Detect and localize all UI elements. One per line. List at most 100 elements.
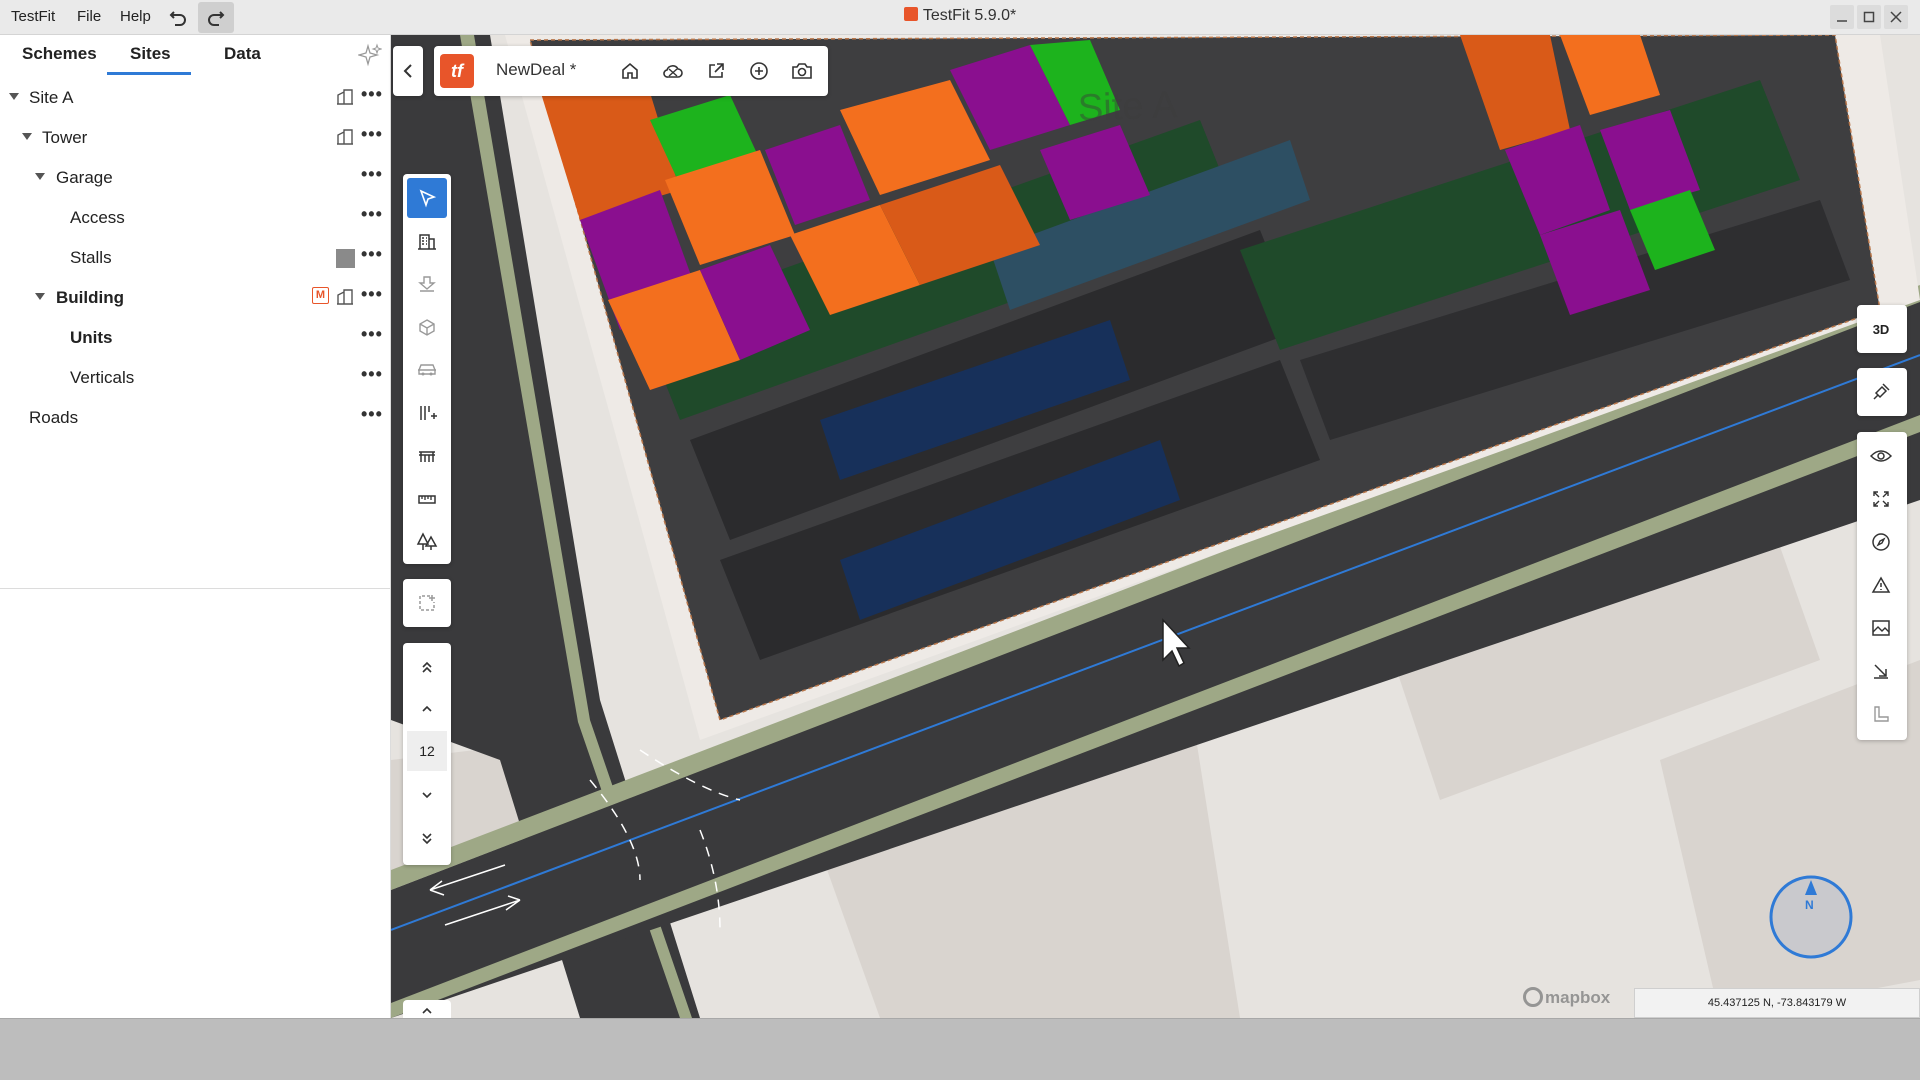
podium-tool-button[interactable] <box>407 264 447 304</box>
tree-item-verticals[interactable]: Verticals ••• <box>0 358 390 398</box>
redo-button[interactable] <box>198 2 234 33</box>
expand-bottom-panel-button[interactable] <box>403 1000 451 1020</box>
tree-item-stalls[interactable]: Stalls ••• <box>0 238 390 278</box>
redo-icon <box>208 10 225 26</box>
more-options-icon[interactable]: ••• <box>361 205 383 227</box>
undo-icon <box>169 10 186 26</box>
tree-item-building[interactable]: Building M ••• <box>0 278 390 318</box>
more-options-icon[interactable]: ••• <box>361 405 383 427</box>
map-viewport[interactable]: N <box>391 35 1920 1018</box>
level-top-button[interactable] <box>407 647 447 687</box>
tree-item-access[interactable]: Access ••• <box>0 198 390 238</box>
building-tool-button[interactable] <box>407 221 447 261</box>
building-icon[interactable] <box>336 88 354 106</box>
ruler-icon <box>418 495 436 504</box>
ruler-corner-icon <box>1874 706 1889 722</box>
terrain-button[interactable] <box>1861 565 1901 605</box>
plus-circle-icon <box>750 62 768 80</box>
parking-tool-button[interactable] <box>407 350 447 390</box>
fit-view-button[interactable] <box>1861 479 1901 519</box>
visibility-button[interactable] <box>1861 436 1901 476</box>
undo-button[interactable] <box>160 2 196 33</box>
toggle-3d-button[interactable]: 3D <box>1861 309 1901 349</box>
tree-label: Units <box>70 328 113 347</box>
tree-item-garage[interactable]: Garage ••• <box>0 158 390 198</box>
screenshot-button[interactable] <box>790 59 814 83</box>
stack-icon <box>418 276 436 292</box>
share-button[interactable] <box>704 59 728 83</box>
collapse-panel-button[interactable] <box>393 46 423 96</box>
amenity-tool-button[interactable] <box>407 436 447 476</box>
map-canvas[interactable] <box>391 35 1920 1018</box>
grid-tool-button[interactable] <box>407 393 447 433</box>
warning-triangle-icon <box>1871 576 1891 593</box>
home-button[interactable] <box>618 59 642 83</box>
more-options-icon[interactable]: ••• <box>361 245 383 267</box>
level-bottom-button[interactable] <box>407 819 447 859</box>
double-chevron-up-icon <box>422 661 432 673</box>
tree-item-tower[interactable]: Tower ••• <box>0 118 390 158</box>
export-corner-button[interactable] <box>1861 651 1901 691</box>
compass-icon[interactable] <box>1769 875 1853 959</box>
landscape-tool-button[interactable] <box>407 522 447 562</box>
building-icon <box>418 234 436 250</box>
caret-down-icon[interactable] <box>35 173 45 180</box>
caret-down-icon[interactable] <box>22 133 32 140</box>
menu-file[interactable]: File <box>77 8 101 25</box>
menu-testfit[interactable]: TestFit <box>11 8 55 25</box>
tree-item-units[interactable]: Units ••• <box>0 318 390 358</box>
measure-tool-button[interactable] <box>407 479 447 519</box>
sparkle-icon[interactable] <box>358 43 382 67</box>
add-region-button[interactable] <box>407 583 447 623</box>
more-options-icon[interactable]: ••• <box>361 325 383 347</box>
project-name[interactable]: NewDeal * <box>496 60 576 80</box>
minimize-icon <box>1837 20 1847 22</box>
minimize-button[interactable] <box>1830 5 1854 29</box>
massing-tool-button[interactable] <box>407 307 447 347</box>
coordinates-readout: 45.437125 N, -73.843179 W <box>1634 988 1920 1018</box>
building-icon[interactable] <box>336 288 354 306</box>
color-swatch[interactable] <box>336 249 355 268</box>
orientation-button[interactable] <box>1861 522 1901 562</box>
caret-down-icon[interactable] <box>35 293 45 300</box>
mapbox-attribution[interactable]: mapbox <box>1523 987 1610 1008</box>
top-toolbar: tf NewDeal * <box>434 46 828 96</box>
level-value[interactable]: 12 <box>407 731 447 771</box>
home-icon <box>622 62 638 79</box>
level-up-button[interactable] <box>407 689 447 729</box>
satellite-button[interactable] <box>1861 372 1901 412</box>
more-options-icon[interactable]: ••• <box>361 285 383 307</box>
tab-sites[interactable]: Sites <box>130 44 171 64</box>
section-button[interactable] <box>1861 694 1901 734</box>
maximize-button[interactable] <box>1857 5 1881 29</box>
more-options-icon[interactable]: ••• <box>361 165 383 187</box>
view-mode-palette: 3D <box>1857 305 1907 353</box>
car-icon <box>418 364 436 376</box>
brand-logo[interactable]: tf <box>440 54 474 88</box>
tab-data[interactable]: Data <box>224 44 261 64</box>
more-options-icon[interactable]: ••• <box>361 365 383 387</box>
close-button[interactable] <box>1884 5 1908 29</box>
tree-item-roads[interactable]: Roads ••• <box>0 398 390 438</box>
map-controls-palette <box>1857 432 1907 740</box>
level-down-button[interactable] <box>407 775 447 815</box>
caret-down-icon[interactable] <box>9 93 19 100</box>
tab-schemes[interactable]: Schemes <box>22 44 97 64</box>
building-icon[interactable] <box>336 128 354 146</box>
panel-divider <box>0 588 390 589</box>
more-options-icon[interactable]: ••• <box>361 125 383 147</box>
more-options-icon[interactable]: ••• <box>361 85 383 107</box>
menu-help[interactable]: Help <box>120 8 151 25</box>
cloud-sync-button[interactable] <box>661 59 685 83</box>
level-palette: 12 <box>403 643 451 865</box>
add-button[interactable] <box>747 59 771 83</box>
tree-label: Tower <box>42 128 88 147</box>
image-overlay-button[interactable] <box>1861 608 1901 648</box>
tool-palette <box>403 174 451 564</box>
compass-icon <box>1872 533 1890 551</box>
arrow-down-right-icon <box>1874 664 1888 679</box>
tree-item-site-a[interactable]: Site A ••• <box>0 78 390 118</box>
tree-label: Garage <box>56 168 113 187</box>
select-tool-button[interactable] <box>407 178 447 218</box>
camera-icon <box>792 63 812 79</box>
